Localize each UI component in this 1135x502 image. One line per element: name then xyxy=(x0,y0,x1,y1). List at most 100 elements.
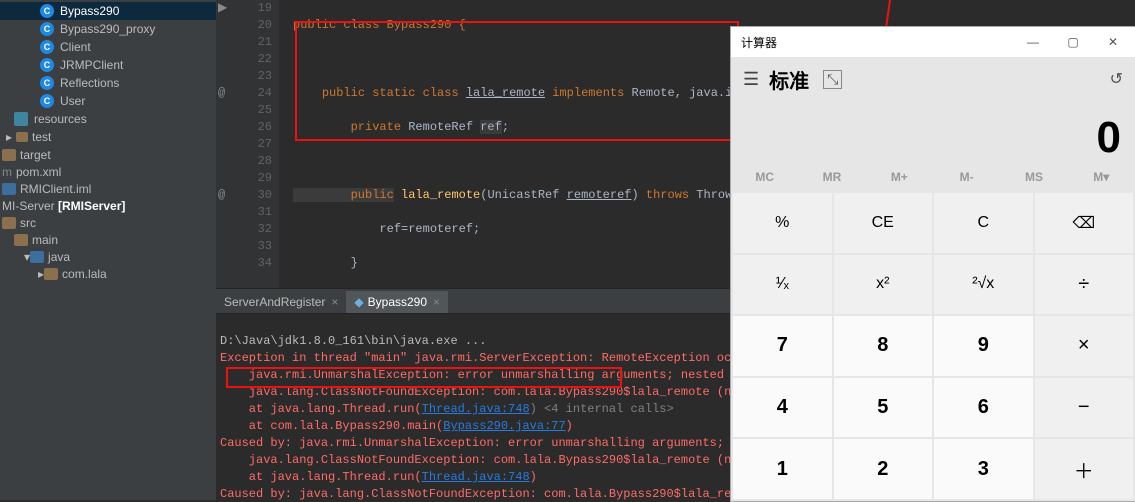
proj-server[interactable]: MI-Server [RMIServer] xyxy=(0,197,216,214)
key-minus[interactable]: − xyxy=(1035,378,1134,438)
c: ) xyxy=(530,470,537,484)
key-c[interactable]: C xyxy=(934,193,1033,253)
calc-titlebar[interactable]: 计算器 — ▢ ✕ xyxy=(731,27,1135,57)
line-number: 22 xyxy=(258,51,272,68)
label: RMIClient.iml xyxy=(20,182,91,196)
calc-memory-row: MC MR M+ M- MS M▾ xyxy=(731,163,1135,191)
tree-item-jrmpclient[interactable]: CJRMPClient xyxy=(0,56,216,74)
line-number: 30 xyxy=(258,187,272,204)
stack-link[interactable]: Thread.java:748 xyxy=(422,402,530,416)
tree-label: JRMPClient xyxy=(60,58,123,72)
c: java.lang.ClassNotFoundException: com.la… xyxy=(220,385,710,399)
tab-server-and-register[interactable]: ServerAndRegister × xyxy=(216,291,346,313)
t: throws xyxy=(646,188,689,202)
proj-main[interactable]: main xyxy=(0,231,216,248)
t: lala_remote xyxy=(466,86,545,100)
tree-item-client[interactable]: CClient xyxy=(0,38,216,56)
close-button[interactable]: ✕ xyxy=(1093,27,1133,57)
override-icon[interactable]: @ xyxy=(218,187,225,204)
tab-bypass290[interactable]: ◆Bypass290× xyxy=(346,291,448,313)
tree-item-bypass290-proxy[interactable]: CBypass290_proxy xyxy=(0,20,216,38)
history-icon[interactable]: ↺ xyxy=(1110,69,1123,89)
proj-pom[interactable]: mpom.xml xyxy=(0,163,216,180)
keep-on-top-icon[interactable]: ⤡ xyxy=(823,70,842,89)
close-icon[interactable]: × xyxy=(331,295,338,309)
line-number: 31 xyxy=(258,204,272,221)
line-number: 21 xyxy=(258,34,272,51)
window-title: 计算器 xyxy=(741,34,777,51)
tab-label: Bypass290 xyxy=(368,295,427,309)
t: ) xyxy=(631,188,645,202)
t: public xyxy=(293,188,394,202)
key-square[interactable]: x² xyxy=(834,255,933,315)
key-ce[interactable]: CE xyxy=(834,193,933,253)
editor-gutter: ▶19 20 21 22 23 @24 25 26 27 28 29 @30 3… xyxy=(216,0,278,288)
c: at java.lang.Thread.run( xyxy=(220,470,422,484)
line-number: 25 xyxy=(258,102,272,119)
proj-java[interactable]: ▾ java xyxy=(0,248,216,265)
t: ref xyxy=(480,120,502,134)
c: D:\Java\jdk1.8.0_161\bin\java.exe ... xyxy=(220,334,486,348)
calculator-window[interactable]: 计算器 — ▢ ✕ ☰ 标准 ⤡ ↺ 0 MC MR M+ M- MS M▾ %… xyxy=(730,26,1135,502)
t: remoteref xyxy=(567,188,632,202)
t: static class xyxy=(365,86,466,100)
proj-pkg[interactable]: ▸ com.lala xyxy=(0,265,216,282)
key-reciprocal[interactable]: ¹⁄ₓ xyxy=(733,255,832,315)
key-8[interactable]: 8 xyxy=(834,316,933,376)
key-divide[interactable]: ÷ xyxy=(1035,255,1134,315)
key-7[interactable]: 7 xyxy=(733,316,832,376)
line-number: 33 xyxy=(258,238,272,255)
key-4[interactable]: 4 xyxy=(733,378,832,438)
t: ; xyxy=(502,120,509,134)
fold-column[interactable] xyxy=(278,0,293,288)
t: RemoteRef xyxy=(408,120,480,134)
tree-item-reflections[interactable]: CReflections xyxy=(0,74,216,92)
tree-label: Client xyxy=(60,40,91,54)
tree-label: resources xyxy=(34,112,87,126)
mem-mplus[interactable]: M+ xyxy=(866,163,933,191)
key-3[interactable]: 3 xyxy=(934,439,1033,499)
run-gutter-icon[interactable]: ▶ xyxy=(218,0,227,17)
mem-ms[interactable]: MS xyxy=(1000,163,1067,191)
t: (UnicastRef xyxy=(480,188,566,202)
tab-label: ServerAndRegister xyxy=(224,295,325,309)
tree-item-user[interactable]: CUser xyxy=(0,92,216,110)
calc-keypad: % CE C ⌫ ¹⁄ₓ x² ²√x ÷ 7 8 9 × 4 5 6 − 1 … xyxy=(731,191,1135,501)
maximize-button[interactable]: ▢ xyxy=(1053,27,1093,57)
key-5[interactable]: 5 xyxy=(834,378,933,438)
mem-mminus[interactable]: M- xyxy=(933,163,1000,191)
key-2[interactable]: 2 xyxy=(834,439,933,499)
tree-folder-resources[interactable]: resources xyxy=(0,110,216,128)
c: at com.lala.Bypass290.main( xyxy=(220,419,443,433)
close-icon[interactable]: × xyxy=(433,295,440,309)
tree-label: test xyxy=(32,130,51,144)
stack-link[interactable]: Thread.java:748 xyxy=(422,470,530,484)
proj-iml[interactable]: RMIClient.iml xyxy=(0,180,216,197)
mem-mlist[interactable]: M▾ xyxy=(1068,163,1135,191)
key-percent[interactable]: % xyxy=(733,193,832,253)
line-number: 20 xyxy=(258,17,272,34)
mem-mc[interactable]: MC xyxy=(731,163,798,191)
t: lala_remote xyxy=(394,188,480,202)
stack-link[interactable]: Bypass290.java:77 xyxy=(443,419,565,433)
override-icon[interactable]: @ xyxy=(218,85,225,102)
key-plus[interactable]: ＋ xyxy=(1035,439,1134,499)
key-multiply[interactable]: × xyxy=(1035,316,1134,376)
line-number: 29 xyxy=(258,170,272,187)
minimize-button[interactable]: — xyxy=(1013,27,1053,57)
tree-folder-test[interactable]: ▸ test xyxy=(0,128,216,146)
c: ) xyxy=(566,419,573,433)
key-6[interactable]: 6 xyxy=(934,378,1033,438)
mem-mr[interactable]: MR xyxy=(798,163,865,191)
key-1[interactable]: 1 xyxy=(733,439,832,499)
line-number: 26 xyxy=(258,119,272,136)
tree-item-bypass290[interactable]: CBypass290 xyxy=(0,2,216,20)
proj-target[interactable]: target xyxy=(0,146,216,163)
code-line: public class Bypass290 { xyxy=(293,18,466,32)
line-number: 27 xyxy=(258,136,272,153)
key-backspace[interactable]: ⌫ xyxy=(1035,193,1134,253)
key-sqrt[interactable]: ²√x xyxy=(934,255,1033,315)
key-9[interactable]: 9 xyxy=(934,316,1033,376)
hamburger-icon[interactable]: ☰ xyxy=(743,69,759,90)
proj-src[interactable]: src xyxy=(0,214,216,231)
